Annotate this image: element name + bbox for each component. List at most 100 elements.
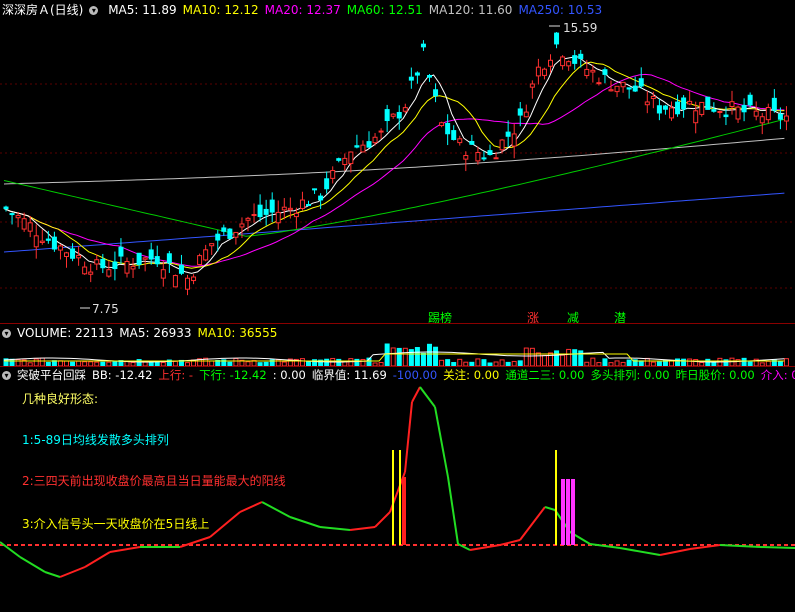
candle-body: [511, 133, 517, 147]
indicator-line-seg: [374, 511, 391, 528]
indicator-legend-item-0: 突破平台回踩: [17, 368, 86, 382]
ma-legend-item-4: MA120: 11.60: [428, 3, 513, 17]
candle-body: [112, 261, 118, 270]
settings-circle-icon[interactable]: ▾: [89, 6, 99, 15]
indicator-legend-item-6: -100.00: [392, 368, 438, 382]
candle-body: [82, 266, 88, 275]
indicator-header: ▾ 突破平台回踩 BB: -12.42 上行: - 下行: -12.42: 0.00 临界…: [2, 367, 795, 383]
candle-body: [342, 157, 348, 165]
candle-body: [777, 113, 783, 120]
candlestick-chart[interactable]: [0, 18, 795, 323]
candle-body: [475, 152, 481, 162]
main-chart-header: 深深房Ａ(日线) ▾ MA5: 11.89 MA10: 12.12 MA20: 12.…: [2, 2, 614, 18]
candle-body: [106, 269, 112, 277]
candle-body: [445, 122, 451, 135]
candle-body: [233, 231, 239, 238]
indicator-line-seg: [84, 551, 111, 568]
candle-body: [608, 89, 614, 92]
note-3: 3:介入信号头一天收盘价在5日线上: [22, 517, 210, 531]
candle-body: [469, 140, 475, 145]
candle-body: [64, 252, 69, 257]
candle-body: [596, 82, 602, 85]
candle-body: [741, 104, 747, 113]
candle-body: [620, 81, 626, 88]
indicator-line-seg: [209, 511, 241, 538]
candle-body: [427, 75, 432, 78]
candle-body: [747, 94, 753, 106]
candle-body: [687, 100, 693, 105]
indicator-line-seg: [411, 386, 421, 403]
candle-body: [650, 95, 656, 100]
volume-bar: [354, 358, 360, 366]
volume-bar: [535, 352, 541, 366]
volume-chart[interactable]: [0, 340, 795, 366]
candle-body: [408, 76, 414, 81]
candle-body: [602, 69, 608, 75]
volume-bar: [560, 354, 566, 366]
note-2: 2:三四天前出现收盘价最高且当日量能最大的阳线: [22, 474, 286, 488]
intervention-bar: [566, 479, 570, 545]
indicator-line-seg: [519, 506, 546, 541]
candle-body: [185, 277, 190, 290]
candle-body: [203, 249, 209, 261]
candle-body: [578, 53, 584, 60]
indicator-legend-item-1: BB: -12.42: [92, 368, 153, 382]
indicator-line-seg: [499, 539, 521, 546]
candle-body: [632, 85, 638, 92]
candle-body: [402, 107, 408, 112]
candle-body: [88, 271, 94, 275]
candle-body: [584, 68, 590, 77]
candle-body: [312, 188, 318, 191]
candle-body: [541, 68, 547, 76]
candle-body: [45, 238, 51, 241]
ma-legend-item-0: MA5: 11.89: [108, 3, 177, 17]
candle-body: [366, 141, 372, 148]
candle-body: [656, 105, 662, 114]
volume-bar: [783, 358, 789, 366]
candle-body: [614, 85, 620, 93]
candle-body: [124, 260, 130, 274]
volume-bar: [348, 358, 354, 366]
volume-bar: [390, 347, 396, 366]
candle-body: [487, 150, 493, 156]
indicator-legend-item-4: : 0.00: [272, 368, 306, 382]
candle-body: [239, 223, 245, 228]
candle-body: [3, 206, 9, 210]
candle-body: [414, 72, 420, 76]
candle-body: [717, 111, 723, 114]
indicator-line-seg: [59, 566, 86, 578]
indicator-chart[interactable]: [0, 382, 795, 610]
candle-body: [9, 213, 15, 216]
candle-body: [644, 101, 650, 106]
volume-header: ▾ VOLUME: 22113 MA5: 26933 MA10: 36555: [2, 325, 289, 341]
candle-body: [281, 206, 287, 211]
candle-body: [548, 59, 553, 67]
candle-body: [699, 101, 705, 115]
volume-bar: [402, 347, 408, 366]
settings-circle-icon[interactable]: ▾: [2, 329, 11, 338]
volume-bar: [414, 347, 420, 366]
indicator-legend-item-10: 昨日股价: 0.00: [675, 368, 755, 382]
candle-body: [457, 138, 463, 144]
ma-legend-item-1: MA10: 12.12: [182, 3, 259, 17]
candle-body: [251, 214, 257, 217]
candle-body: [723, 114, 729, 118]
candle-body: [765, 107, 771, 121]
indicator-line-seg: [759, 546, 795, 549]
candle-body: [257, 204, 263, 218]
candle-body: [681, 97, 687, 110]
candle-body: [269, 199, 275, 213]
settings-circle-icon[interactable]: ▾: [2, 371, 11, 380]
candle-body: [293, 212, 299, 218]
candle-body: [148, 249, 154, 260]
candle-body: [33, 235, 39, 248]
notes-title: 几种良好形态:: [22, 392, 99, 406]
candle-body: [783, 115, 789, 122]
candle-body: [275, 211, 281, 224]
candle-body: [160, 269, 166, 279]
candle-body: [306, 204, 311, 207]
candle-body: [336, 158, 342, 161]
volume-bar: [384, 343, 390, 366]
stock-title[interactable]: 深深房Ａ(日线): [2, 3, 83, 17]
candle-body: [529, 83, 535, 88]
